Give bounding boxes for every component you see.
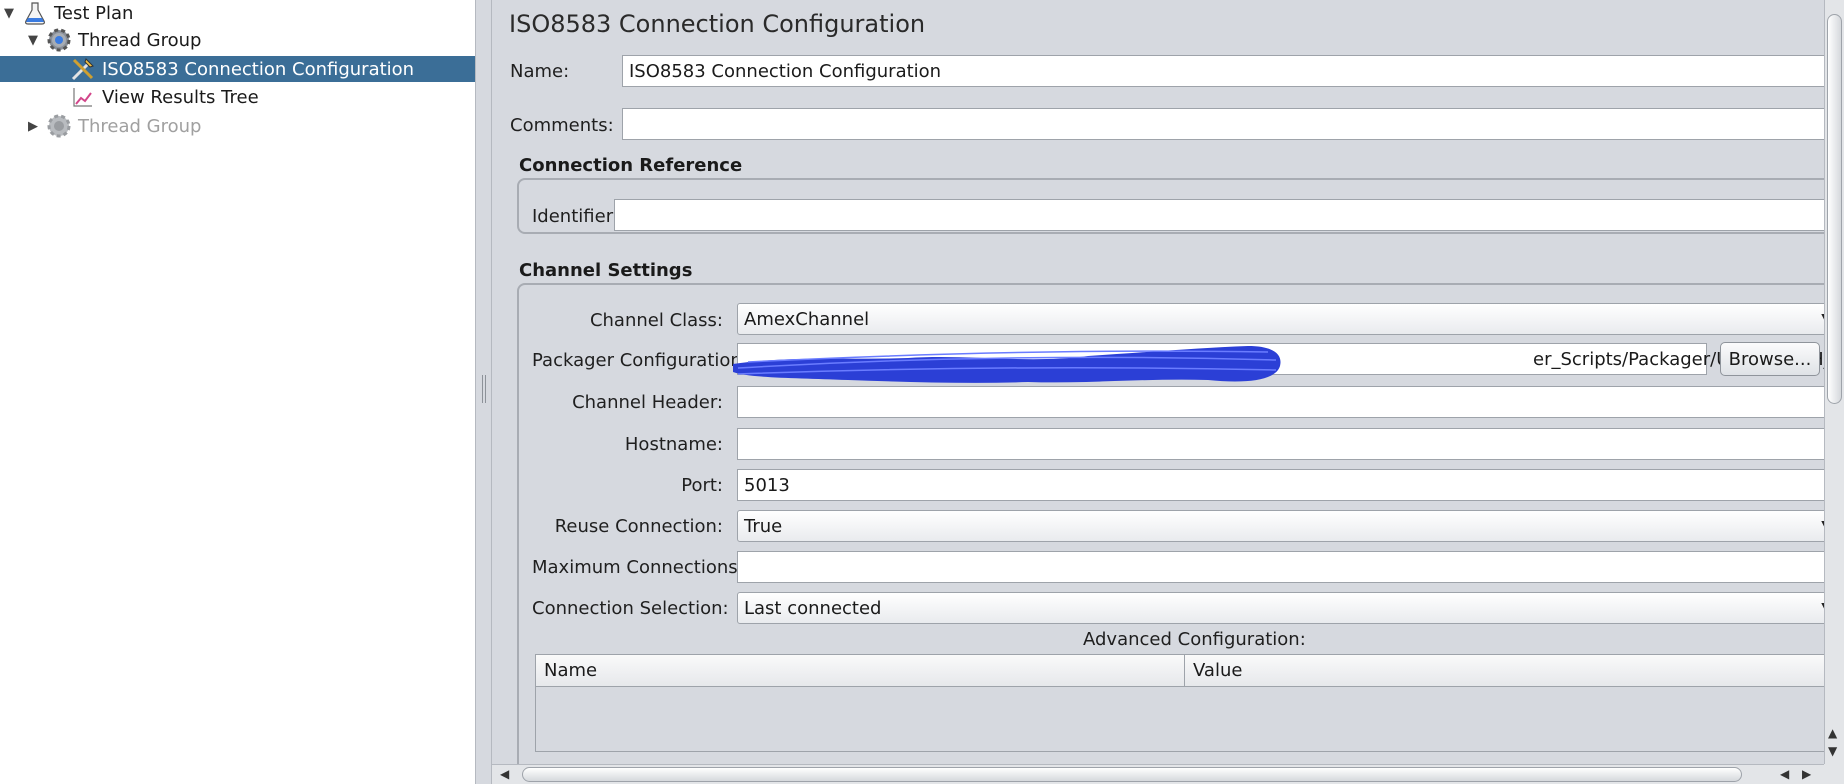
- hostname-label: Hostname:: [624, 434, 723, 455]
- collapse-toggle-icon[interactable]: ▶: [26, 119, 40, 134]
- browse-button[interactable]: Browse...: [1720, 342, 1820, 376]
- channel-class-value: AmexChannel: [744, 308, 870, 330]
- identifier-label: Identifier:: [532, 206, 619, 227]
- tree-item-test-plan[interactable]: ▼ Test Plan: [2, 0, 472, 26]
- tree-item-label: Thread Group: [78, 29, 202, 51]
- tree-item-view-results-tree[interactable]: View Results Tree: [70, 84, 470, 110]
- packager-configuration-label: Packager Configuration:: [532, 350, 748, 371]
- tree-item-label: ISO8583 Connection Configuration: [102, 58, 415, 80]
- port-field[interactable]: 5013: [737, 469, 1824, 501]
- gear-icon: [46, 113, 72, 139]
- drag-handle-icon[interactable]: [482, 375, 486, 403]
- name-field[interactable]: ISO8583 Connection Configuration: [622, 55, 1824, 87]
- flask-icon: [22, 0, 48, 26]
- connection-selection-label: Connection Selection:: [532, 598, 729, 619]
- comments-field[interactable]: [622, 108, 1824, 140]
- identifier-field[interactable]: [614, 199, 1824, 231]
- connection-reference-title: Connection Reference: [519, 155, 743, 176]
- chart-icon: [70, 84, 96, 110]
- test-plan-tree[interactable]: ▼ Test Plan ▼ Thread Group ISO8583 Conne…: [0, 0, 475, 784]
- channel-settings-title: Channel Settings: [519, 260, 693, 281]
- tree-item-thread-group[interactable]: ▼ Thread Group: [26, 27, 472, 53]
- tree-item-label: Thread Group: [78, 115, 202, 137]
- channel-header-field[interactable]: [737, 386, 1824, 418]
- reuse-connection-select[interactable]: True ▼: [737, 510, 1824, 542]
- scroll-down-icon[interactable]: ▼: [1828, 744, 1837, 758]
- comments-label: Comments:: [510, 115, 614, 136]
- channel-class-label: Channel Class:: [589, 310, 723, 331]
- horizontal-scrollbar[interactable]: ◀ ◀ ▶: [492, 764, 1824, 784]
- connection-selection-value: Last connected: [744, 597, 882, 619]
- vertical-scrollbar[interactable]: ▲ ▼: [1824, 0, 1844, 764]
- maximum-connections-field[interactable]: [737, 551, 1824, 583]
- gear-icon: [46, 27, 72, 53]
- split-pane-divider[interactable]: [475, 0, 492, 784]
- port-label: Port:: [681, 475, 723, 496]
- page-title: ISO8583 Connection Configuration: [509, 10, 926, 38]
- advanced-configuration-label: Advanced Configuration:: [1083, 629, 1306, 650]
- tree-item-label: Test Plan: [54, 2, 134, 24]
- channel-class-select[interactable]: AmexChannel ▼: [737, 303, 1824, 335]
- tree-item-iso8583-config[interactable]: ISO8583 Connection Configuration: [0, 56, 475, 82]
- hostname-field[interactable]: [737, 428, 1824, 460]
- scroll-left-icon[interactable]: ◀: [1780, 767, 1789, 781]
- connection-selection-select[interactable]: Last connected ▼: [737, 592, 1824, 624]
- name-label: Name:: [510, 61, 570, 82]
- expand-toggle-icon[interactable]: ▼: [26, 33, 40, 48]
- tree-item-label: View Results Tree: [102, 86, 259, 108]
- advanced-configuration-table[interactable]: Name Value: [535, 654, 1824, 752]
- scroll-right-icon[interactable]: ▶: [1802, 767, 1811, 781]
- tools-icon: [70, 56, 96, 82]
- vertical-scroll-thumb[interactable]: [1827, 14, 1842, 404]
- scrollbar-corner: [1824, 764, 1844, 784]
- scroll-left-icon[interactable]: ◀: [500, 767, 509, 781]
- maximum-connections-label: Maximum Connections:: [532, 557, 744, 578]
- channel-header-label: Channel Header:: [572, 392, 723, 413]
- table-header-value[interactable]: Value: [1185, 655, 1824, 687]
- reuse-connection-label: Reuse Connection:: [554, 516, 723, 537]
- horizontal-scroll-thumb[interactable]: [522, 767, 1742, 782]
- tree-item-thread-group-disabled[interactable]: ▶ Thread Group: [26, 113, 472, 139]
- reuse-connection-value: True: [744, 515, 783, 537]
- table-header-name[interactable]: Name: [536, 655, 1185, 687]
- scroll-up-icon[interactable]: ▲: [1828, 726, 1837, 740]
- redaction-scribble: [733, 346, 1281, 383]
- config-panel: ISO8583 Connection Configuration Name: I…: [492, 0, 1824, 764]
- expand-toggle-icon[interactable]: ▼: [2, 6, 16, 21]
